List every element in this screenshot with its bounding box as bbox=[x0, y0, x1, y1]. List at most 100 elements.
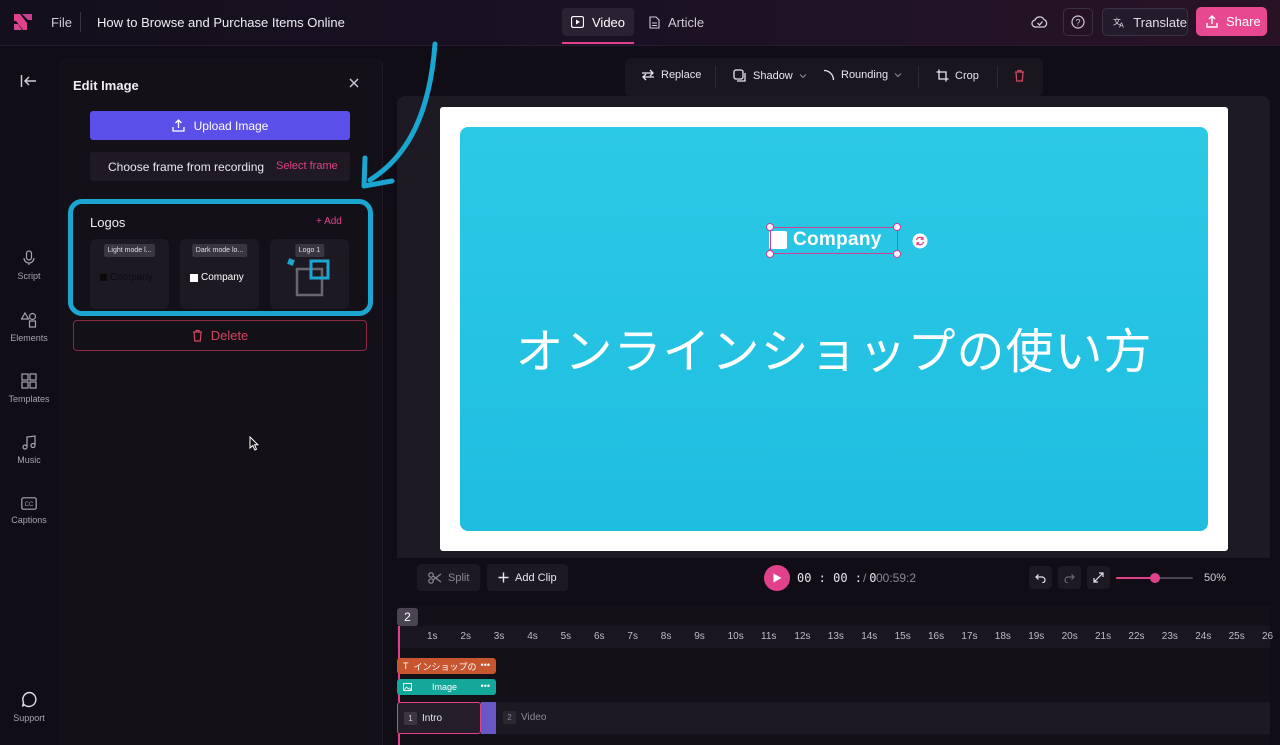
tab-video-label: Video bbox=[592, 14, 626, 30]
logo-text: Company bbox=[110, 272, 153, 283]
resize-handle[interactable] bbox=[766, 250, 774, 258]
rail-item-captions[interactable]: CC Captions bbox=[0, 497, 58, 525]
delete-button[interactable]: Delete bbox=[73, 320, 367, 351]
microphone-icon bbox=[23, 250, 35, 265]
top-bar: File How to Browse and Purchase Items On… bbox=[0, 0, 1280, 46]
ruler-tick-label: 22s bbox=[1128, 631, 1145, 642]
toolbar-divider bbox=[997, 66, 998, 88]
tab-article[interactable]: Article bbox=[640, 8, 713, 36]
share-button[interactable]: Share bbox=[1196, 7, 1267, 36]
fit-to-screen-button[interactable] bbox=[1087, 566, 1110, 589]
ruler-tick-label: 18s bbox=[994, 631, 1011, 642]
split-button[interactable]: Split bbox=[417, 564, 481, 591]
translate-button[interactable]: 文A Translate bbox=[1102, 8, 1188, 36]
ruler-tick-label: 9s bbox=[694, 631, 705, 642]
scene-trim-handle[interactable] bbox=[481, 702, 496, 734]
rounding-dropdown[interactable]: Rounding bbox=[823, 69, 902, 81]
rail-label: Music bbox=[17, 455, 41, 465]
tab-article-label: Article bbox=[668, 14, 705, 30]
resize-handle[interactable] bbox=[893, 223, 901, 231]
total-time: 00:59:2 bbox=[876, 571, 917, 585]
timeline-ruler[interactable]: 1s 2s 3s 4s 5s 6s 7s 8s 9s 10s 11s 12s 13s 14s 15s 16s 1… bbox=[397, 626, 1273, 648]
app-logo-icon[interactable] bbox=[13, 12, 33, 32]
translate-icon: 文A bbox=[1113, 16, 1124, 28]
undo-button[interactable] bbox=[1029, 566, 1052, 589]
rail-label: Script bbox=[17, 271, 41, 281]
logo-card-light[interactable]: Light mode l... Company bbox=[90, 239, 169, 309]
delete-label: Delete bbox=[210, 328, 249, 343]
more-options-icon[interactable]: ••• bbox=[481, 660, 490, 670]
ruler-tick-label: 2s bbox=[460, 631, 471, 642]
ruler-tick-label: 11s bbox=[761, 631, 777, 642]
ruler-tick-label: 8s bbox=[660, 631, 672, 642]
scene-intro[interactable]: 1 Intro bbox=[397, 702, 481, 734]
rail-item-script[interactable]: Script bbox=[0, 250, 58, 281]
logo-card-label: Dark mode lo... bbox=[191, 244, 248, 257]
scene-number: 2 bbox=[503, 711, 516, 724]
image-track-clip[interactable]: Image ••• bbox=[397, 679, 496, 695]
rail-label: Templates bbox=[8, 394, 50, 404]
rail-item-elements[interactable]: Elements bbox=[0, 312, 58, 343]
logo-card-label: Light mode l... bbox=[103, 244, 156, 257]
delete-element-button[interactable] bbox=[1014, 69, 1025, 82]
slide-heading[interactable]: オンラインショップの使い方 bbox=[460, 312, 1208, 382]
logo-card-dark[interactable]: Dark mode lo... Company bbox=[180, 239, 259, 309]
rounding-label: Rounding bbox=[841, 69, 889, 81]
ruler-tick-label: 6s bbox=[594, 631, 605, 642]
zoom-slider[interactable] bbox=[1116, 573, 1193, 583]
music-note-icon bbox=[22, 435, 36, 450]
crop-button[interactable]: Crop bbox=[936, 69, 979, 82]
scene-video[interactable]: 2 Video bbox=[497, 702, 1270, 734]
file-menu[interactable]: File bbox=[51, 15, 72, 30]
logo1-thumbnail-icon bbox=[287, 258, 330, 297]
tab-video[interactable]: Video bbox=[562, 8, 635, 44]
ruler-tick-label: 5s bbox=[560, 631, 572, 642]
upload-image-label: Upload Image bbox=[193, 118, 269, 133]
text-track-clip[interactable]: T インショップの ••• bbox=[397, 658, 496, 674]
replace-button[interactable]: Replace bbox=[641, 69, 701, 81]
shadow-icon bbox=[733, 69, 746, 82]
collapse-panel-icon[interactable] bbox=[20, 74, 38, 88]
play-icon bbox=[773, 573, 782, 583]
help-button[interactable]: ? bbox=[1063, 8, 1093, 36]
play-button[interactable] bbox=[764, 565, 790, 591]
rail-item-templates[interactable]: Templates bbox=[0, 373, 58, 404]
logo-card-logo1[interactable]: Logo 1 bbox=[270, 239, 349, 309]
chevron-down-icon bbox=[799, 74, 807, 79]
rotate-icon[interactable] bbox=[912, 233, 928, 249]
share-label: Share bbox=[1226, 14, 1261, 29]
toolbar-divider bbox=[715, 66, 716, 88]
document-title[interactable]: How to Browse and Purchase Items Online bbox=[97, 15, 345, 30]
playhead-marker[interactable]: 2 bbox=[397, 608, 418, 626]
upload-icon bbox=[171, 119, 185, 132]
upload-image-button[interactable]: Upload Image bbox=[90, 111, 350, 140]
add-clip-button[interactable]: Add Clip bbox=[487, 564, 568, 591]
rail-item-support[interactable]: Support bbox=[0, 691, 58, 723]
rail-label: Elements bbox=[10, 333, 48, 343]
logo-square-icon bbox=[100, 274, 107, 281]
canvas-toolbar: Replace Shadow Rounding Crop bbox=[625, 58, 1043, 96]
logos-title: Logos bbox=[90, 215, 126, 230]
zoom-slider-handle[interactable] bbox=[1150, 573, 1160, 583]
select-frame-link[interactable]: Select frame bbox=[276, 160, 338, 172]
resize-handle[interactable] bbox=[893, 250, 901, 258]
resize-handle[interactable] bbox=[766, 223, 774, 231]
ruler-tick-label: 23s bbox=[1161, 631, 1178, 642]
ruler-tick-label: 13s bbox=[827, 631, 844, 642]
ruler-tick-label: 16s bbox=[928, 631, 945, 642]
rail-item-music[interactable]: Music bbox=[0, 435, 58, 465]
annotation-arrow-icon bbox=[361, 41, 438, 189]
text-track-label: インショップの bbox=[413, 661, 477, 672]
svg-text:?: ? bbox=[1075, 18, 1080, 28]
scene-row: 1 Intro 2 Video bbox=[397, 702, 1270, 734]
ruler-tick-label: 12s bbox=[794, 631, 811, 642]
selection-box[interactable] bbox=[770, 227, 898, 254]
shadow-dropdown[interactable]: Shadow bbox=[733, 69, 807, 83]
add-logo-button[interactable]: + Add bbox=[316, 216, 342, 227]
cloud-sync-button[interactable] bbox=[1025, 8, 1055, 36]
redo-button[interactable] bbox=[1058, 566, 1081, 589]
rounded-corner-icon bbox=[823, 69, 835, 81]
more-options-icon[interactable]: ••• bbox=[481, 681, 490, 691]
chat-bubble-icon bbox=[21, 691, 37, 708]
play-square-icon bbox=[571, 16, 584, 28]
